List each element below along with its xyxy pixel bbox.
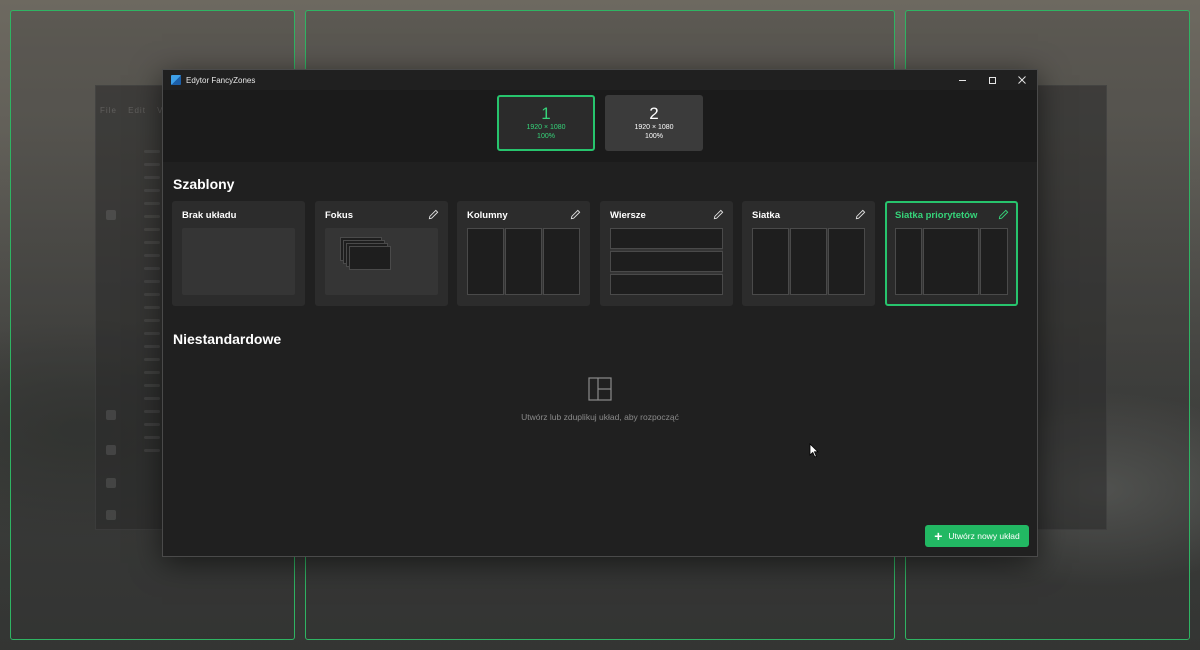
- title-bar[interactable]: Edytor FancyZones: [163, 70, 1037, 90]
- monitor-number: 1: [541, 104, 551, 123]
- template-label: Fokus: [325, 210, 353, 221]
- edit-pencil-icon[interactable]: [713, 209, 724, 220]
- monitor-number: 2: [649, 104, 659, 123]
- edit-pencil-icon[interactable]: [428, 209, 439, 220]
- template-card-priority-grid[interactable]: Siatka priorytetów: [885, 201, 1018, 306]
- monitor-scale: 100%: [537, 133, 555, 140]
- window-title: Edytor FancyZones: [186, 75, 256, 85]
- preview-zone: [610, 274, 723, 295]
- create-new-layout-label: Utwórz nowy układ: [948, 531, 1020, 541]
- preview-zone: [752, 228, 789, 295]
- monitor-scale: 100%: [645, 133, 663, 140]
- monitor-2-button[interactable]: 2 1920 × 1080 100%: [605, 95, 703, 151]
- template-preview-columns: [467, 228, 580, 295]
- preview-zone: [610, 251, 723, 272]
- window-controls: [947, 70, 1037, 90]
- create-new-layout-button[interactable]: + Utwórz nowy układ: [925, 525, 1029, 547]
- template-label: Wiersze: [610, 210, 646, 221]
- template-label: Brak układu: [182, 210, 237, 221]
- close-icon: [1018, 76, 1026, 84]
- preview-zone: [349, 246, 391, 270]
- templates-heading: Szablony: [173, 176, 235, 192]
- monitor-selector: 1 1920 × 1080 100% 2 1920 × 1080 100%: [163, 90, 1037, 162]
- monitor-resolution: 1920 × 1080: [634, 124, 674, 131]
- preview-zone: [543, 228, 580, 295]
- edit-pencil-icon[interactable]: [855, 209, 866, 220]
- preview-zone: [828, 228, 865, 295]
- monitor-1-button[interactable]: 1 1920 × 1080 100%: [497, 95, 595, 151]
- template-preview-rows: [610, 228, 723, 295]
- template-label: Siatka priorytetów: [895, 210, 978, 221]
- template-card-columns[interactable]: Kolumny: [457, 201, 590, 306]
- layout-placeholder-icon: [588, 377, 612, 401]
- fancyzones-editor-window: Edytor FancyZones 1 1920 × 1080 100% 2 1…: [162, 69, 1038, 557]
- preview-zone: [923, 228, 979, 295]
- minimize-button[interactable]: [947, 70, 977, 90]
- plus-icon: +: [934, 528, 943, 544]
- template-label: Siatka: [752, 210, 780, 221]
- preview-zone: [505, 228, 542, 295]
- template-preview-grid: [752, 228, 865, 295]
- preview-zone: [980, 228, 1008, 295]
- custom-layouts-heading: Niestandardowe: [173, 331, 282, 347]
- monitor-resolution: 1920 × 1080: [526, 124, 566, 131]
- template-label: Kolumny: [467, 210, 508, 221]
- preview-zone: [790, 228, 827, 295]
- fancyzones-app-icon: [171, 75, 181, 85]
- edit-pencil-icon[interactable]: [570, 209, 581, 220]
- template-card-no-layout[interactable]: Brak układu: [172, 201, 305, 306]
- template-preview-priority-grid: [895, 228, 1008, 295]
- mouse-cursor-icon: [809, 443, 819, 458]
- minimize-icon: [958, 79, 966, 81]
- template-card-focus[interactable]: Fokus: [315, 201, 448, 306]
- preview-zone: [610, 228, 723, 249]
- edit-pencil-icon[interactable]: [998, 209, 1009, 220]
- template-card-grid[interactable]: Siatka: [742, 201, 875, 306]
- close-button[interactable]: [1007, 70, 1037, 90]
- empty-custom-message: Utwórz lub zduplikuj układ, aby rozpoczą…: [521, 412, 679, 422]
- maximize-icon: [988, 76, 996, 84]
- preview-zone: [467, 228, 504, 295]
- template-preview-none: [182, 228, 295, 295]
- template-card-rows[interactable]: Wiersze: [600, 201, 733, 306]
- template-preview-focus: [325, 228, 438, 295]
- preview-zone: [895, 228, 922, 295]
- maximize-button[interactable]: [977, 70, 1007, 90]
